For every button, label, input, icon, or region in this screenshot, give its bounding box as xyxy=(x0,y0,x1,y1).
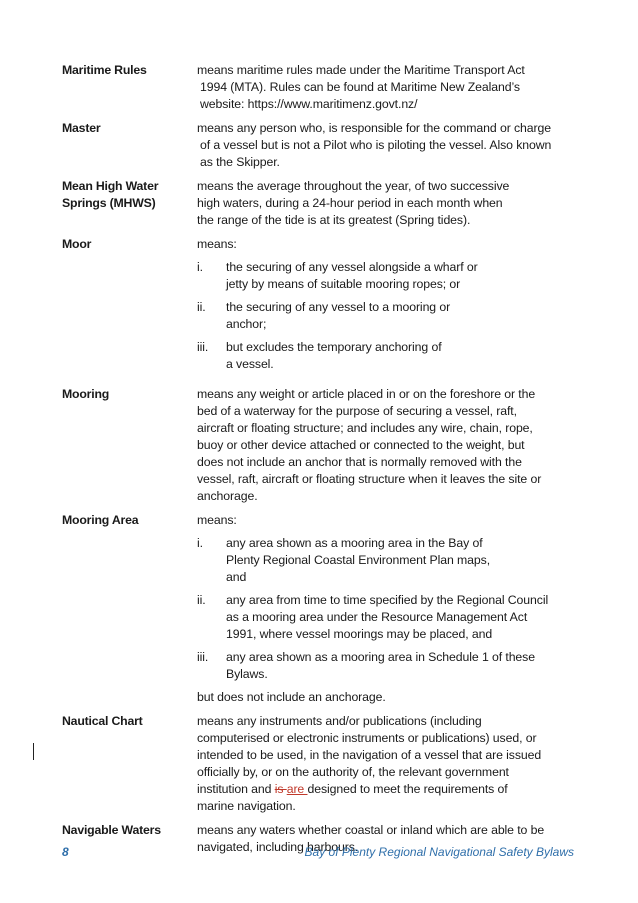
intro-text: means: xyxy=(197,237,237,251)
text-line: anchor; xyxy=(226,317,267,331)
definition-text: means: i. any area shown as a mooring ar… xyxy=(197,512,572,706)
text-line: does not include an anchor that is norma… xyxy=(197,455,522,469)
term: Master xyxy=(62,121,101,135)
list-text: any area shown as a mooring area in the … xyxy=(226,535,572,586)
definition-text: means the average throughout the year, o… xyxy=(197,178,572,229)
list-item: iii. any area shown as a mooring area in… xyxy=(197,649,572,683)
list-item: ii. the securing of any vessel to a moor… xyxy=(197,299,572,333)
text-line: Bylaws. xyxy=(226,667,268,681)
list-number: i. xyxy=(197,260,203,274)
definitions-list: Maritime Rules means maritime rules made… xyxy=(62,62,572,863)
term: Mean High Water Springs (MHWS) xyxy=(62,178,197,229)
tracked-deletion[interactable]: is xyxy=(275,782,287,796)
text-line: aircraft or floating structure; and incl… xyxy=(197,421,533,435)
page-number: 8 xyxy=(62,845,69,859)
text-line: the securing of any vessel to a mooring … xyxy=(226,300,451,314)
term: Maritime Rules xyxy=(62,63,147,77)
text-line: jetty by means of suitable mooring ropes… xyxy=(226,277,461,291)
text-cursor xyxy=(33,743,34,760)
text-line: any area from time to time specified by … xyxy=(226,593,549,607)
text-line: the securing of any vessel alongside a w… xyxy=(226,260,478,274)
outro-text: but does not include an anchorage. xyxy=(197,690,386,704)
definition-mooring-area: Mooring Area means: i. any area shown as… xyxy=(62,512,572,706)
term-line: Mean High Water xyxy=(62,179,159,193)
definition-text: means any weight or article placed in or… xyxy=(197,386,572,505)
definition-text: means any person who, is responsible for… xyxy=(197,120,572,171)
text-segment: designed to meet the requirements of xyxy=(307,782,508,796)
document-title: Bay of Plenty Regional Navigational Safe… xyxy=(304,845,574,859)
definition-text: means any instruments and/or publication… xyxy=(197,713,572,815)
document-page: Maritime Rules means maritime rules made… xyxy=(0,0,638,903)
text-line: means any person who, is responsible for… xyxy=(197,121,552,135)
list-item: ii. any area from time to time specified… xyxy=(197,592,572,643)
list-number: ii. xyxy=(197,593,206,607)
roman-list: i. the securing of any vessel alongside … xyxy=(197,259,572,373)
tracked-insertion[interactable]: are xyxy=(287,782,308,796)
definition-master: Master means any person who, is responsi… xyxy=(62,120,572,171)
text-line: as the Skipper. xyxy=(200,155,280,169)
term: Moor xyxy=(62,237,92,251)
text-line: the range of the tide is at its greatest… xyxy=(197,213,471,227)
roman-list: i. any area shown as a mooring area in t… xyxy=(197,535,572,683)
text-line: buoy or other device attached or connect… xyxy=(197,438,525,452)
term-line: Springs (MHWS) xyxy=(62,196,156,210)
definition-mhws: Mean High Water Springs (MHWS) means the… xyxy=(62,178,572,229)
text-line: means the average throughout the year, o… xyxy=(197,179,510,193)
text-line: high waters, during a 24-hour period in … xyxy=(197,196,503,210)
text-line: any area shown as a mooring area in Sche… xyxy=(226,650,535,664)
text-line: officially by, or on the authority of, t… xyxy=(197,765,509,779)
list-text: any area shown as a mooring area in Sche… xyxy=(226,649,572,683)
definition-maritime-rules: Maritime Rules means maritime rules made… xyxy=(62,62,572,113)
definition-nautical-chart: Nautical Chart means any instruments and… xyxy=(62,713,572,815)
text-line: means any weight or article placed in or… xyxy=(197,387,536,401)
definition-mooring: Mooring means any weight or article plac… xyxy=(62,386,572,505)
text-line: 1994 (MTA). Rules can be found at Mariti… xyxy=(200,80,520,94)
text-line: and xyxy=(226,570,247,584)
text-line: institution and is are designed to meet … xyxy=(197,781,572,798)
text-line: as a mooring area under the Resource Man… xyxy=(226,610,528,624)
list-text: the securing of any vessel to a mooring … xyxy=(226,299,572,333)
text-line: means any waters whether coastal or inla… xyxy=(197,823,545,837)
text-line: bed of a waterway for the purpose of sec… xyxy=(197,404,517,418)
list-text: but excludes the temporary anchoring of … xyxy=(226,339,572,373)
text-line: marine navigation. xyxy=(197,799,296,813)
text-line: computerised or electronic instruments o… xyxy=(197,731,537,745)
term: Mooring Area xyxy=(62,513,139,527)
list-text: any area from time to time specified by … xyxy=(226,592,572,643)
text-line: but excludes the temporary anchoring of xyxy=(226,340,442,354)
text-line: means any instruments and/or publication… xyxy=(197,714,482,728)
list-number: iii. xyxy=(197,650,209,664)
text-line: means maritime rules made under the Mari… xyxy=(197,63,525,77)
definition-text: means maritime rules made under the Mari… xyxy=(197,62,572,113)
text-line: vessel, raft, aircraft or floating struc… xyxy=(197,472,542,486)
list-text: the securing of any vessel alongside a w… xyxy=(226,259,572,293)
text-line: anchorage. xyxy=(197,489,258,503)
list-item: i. any area shown as a mooring area in t… xyxy=(197,535,572,586)
text-line: intended to be used, in the navigation o… xyxy=(197,748,542,762)
text-line: a vessel. xyxy=(226,357,274,371)
definition-text: means: i. the securing of any vessel alo… xyxy=(197,236,572,379)
term: Nautical Chart xyxy=(62,714,143,728)
definition-moor: Moor means: i. the securing of any vesse… xyxy=(62,236,572,379)
text-line: 1991, where vessel moorings may be place… xyxy=(226,627,493,641)
list-item: iii. but excludes the temporary anchorin… xyxy=(197,339,572,373)
list-number: iii. xyxy=(197,340,209,354)
list-number: i. xyxy=(197,536,203,550)
intro-text: means: xyxy=(197,513,237,527)
text-line: website: https://www.maritimenz.govt.nz/ xyxy=(200,97,418,111)
list-number: ii. xyxy=(197,300,206,314)
list-item: i. the securing of any vessel alongside … xyxy=(197,259,572,293)
text-line: any area shown as a mooring area in the … xyxy=(226,536,483,550)
term: Mooring xyxy=(62,387,110,401)
text-line: Plenty Regional Coastal Environment Plan… xyxy=(226,553,491,567)
page-footer: 8 Bay of Plenty Regional Navigational Sa… xyxy=(62,845,574,859)
text-segment: institution and xyxy=(197,782,275,796)
text-line: of a vessel but is not a Pilot who is pi… xyxy=(200,138,552,152)
